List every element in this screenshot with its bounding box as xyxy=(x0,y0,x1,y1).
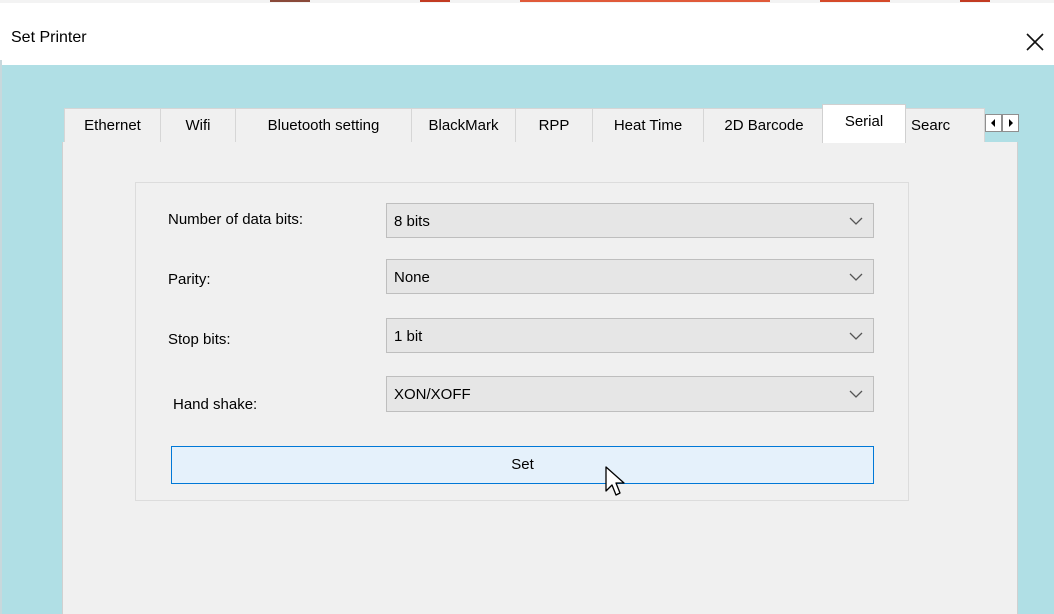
tab-bluetooth-setting[interactable]: Bluetooth setting xyxy=(235,108,412,142)
chevron-down-icon xyxy=(849,217,863,225)
tab-label: RPP xyxy=(538,117,570,134)
arrow-right-icon xyxy=(1009,119,1013,127)
tab-wifi[interactable]: Wifi xyxy=(160,108,236,142)
title-bar: Set Printer xyxy=(0,3,1054,65)
set-button[interactable]: Set xyxy=(171,446,874,484)
tab-scroll-left-button[interactable] xyxy=(985,114,1002,132)
hand-shake-select[interactable]: XON/XOFF xyxy=(386,376,874,412)
data-bits-label: Number of data bits: xyxy=(168,211,304,228)
window-title: Set Printer xyxy=(11,29,87,46)
tab-label: Heat Time xyxy=(613,117,683,134)
hand-shake-value: XON/XOFF xyxy=(394,386,471,403)
tab-label: BlackMark xyxy=(428,117,499,134)
tab-label: Bluetooth setting xyxy=(267,117,380,134)
tab-label: Wifi xyxy=(185,117,211,134)
tab-label: Ethernet xyxy=(84,117,141,134)
tab-search[interactable]: Searc xyxy=(905,108,985,142)
tab-label: Serial xyxy=(844,113,884,130)
chevron-down-icon xyxy=(849,273,863,281)
tab-label: 2D Barcode xyxy=(724,117,804,134)
tab-scroll-right-button[interactable] xyxy=(1002,114,1019,132)
close-icon[interactable] xyxy=(1024,31,1046,53)
stop-bits-value: 1 bit xyxy=(394,328,423,345)
stop-bits-select[interactable]: 1 bit xyxy=(386,318,874,353)
chevron-down-icon xyxy=(849,332,863,340)
parity-value: None xyxy=(394,269,430,286)
tab-serial[interactable]: Serial xyxy=(822,104,906,143)
tab-label: Searc xyxy=(911,117,951,134)
stop-bits-label: Stop bits: xyxy=(168,331,231,348)
data-bits-select[interactable]: 8 bits xyxy=(386,203,874,238)
hand-shake-label: Hand shake: xyxy=(173,396,258,413)
arrow-left-icon xyxy=(991,119,995,127)
chevron-down-icon xyxy=(849,390,863,398)
tab-rpp[interactable]: RPP xyxy=(515,108,593,142)
mouse-pointer-icon xyxy=(605,466,625,496)
tab-2d-barcode[interactable]: 2D Barcode xyxy=(703,108,825,142)
tab-heat-time[interactable]: Heat Time xyxy=(592,108,704,142)
tab-ethernet[interactable]: Ethernet xyxy=(64,108,161,142)
parity-label: Parity: xyxy=(168,271,211,288)
tab-blackmark[interactable]: BlackMark xyxy=(411,108,516,142)
parity-select[interactable]: None xyxy=(386,259,874,294)
set-button-label: Set xyxy=(511,456,534,473)
data-bits-value: 8 bits xyxy=(394,213,430,230)
